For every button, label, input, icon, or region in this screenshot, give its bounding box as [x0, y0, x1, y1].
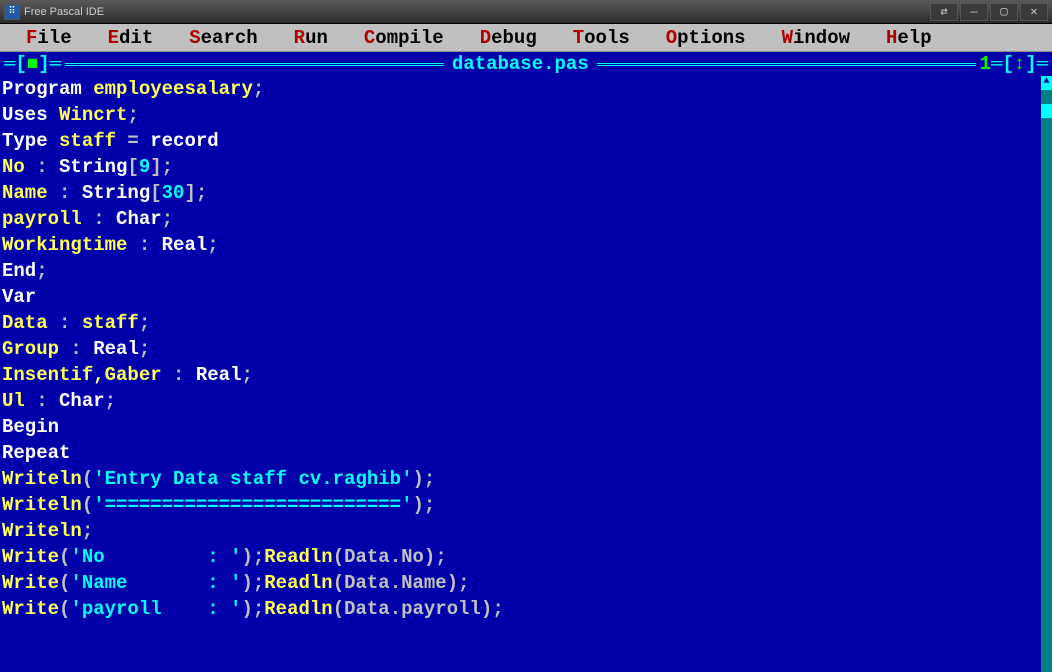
menu-options[interactable]: Options: [648, 27, 764, 49]
frame-left-marker[interactable]: ═[■]═: [4, 53, 61, 75]
editor-frame: ═[■]═ database.pas 1═[↕]═ Program employ…: [0, 52, 1052, 672]
menu-edit[interactable]: Edit: [90, 27, 172, 49]
menu-help[interactable]: Help: [868, 27, 950, 49]
menu-window[interactable]: Window: [764, 27, 868, 49]
menu-tools[interactable]: Tools: [555, 27, 648, 49]
file-title: database.pas: [448, 53, 593, 75]
app-icon: ⠿: [4, 4, 20, 20]
minimize-button[interactable]: —: [960, 3, 988, 21]
menu-debug[interactable]: Debug: [462, 27, 555, 49]
editor-body: Program employeesalary; Uses Wincrt; Typ…: [0, 76, 1052, 672]
frame-top: ═[■]═ database.pas 1═[↕]═: [0, 52, 1052, 76]
app-title: Free Pascal IDE: [24, 6, 104, 18]
menu-file[interactable]: File: [8, 27, 90, 49]
menubar: File Edit Search Run Compile Debug Tools…: [0, 24, 1052, 52]
ide-window: ⠿ Free Pascal IDE ⇄ — ▢ ✕ File Edit Sear…: [0, 0, 1052, 672]
menu-compile[interactable]: Compile: [346, 27, 462, 49]
maximize-button[interactable]: ▢: [990, 3, 1018, 21]
swap-button[interactable]: ⇄: [930, 3, 958, 21]
scroll-thumb[interactable]: [1041, 104, 1052, 118]
menu-search[interactable]: Search: [171, 27, 275, 49]
frame-right-marker[interactable]: 1═[↕]═: [980, 53, 1048, 75]
close-button[interactable]: ✕: [1020, 3, 1048, 21]
title-left: ⠿ Free Pascal IDE: [4, 4, 104, 20]
frame-line-right: [597, 63, 976, 66]
menu-run[interactable]: Run: [276, 27, 346, 49]
frame-line-left: [65, 63, 444, 66]
code-area[interactable]: Program employeesalary; Uses Wincrt; Typ…: [0, 76, 1040, 672]
scrollbar-vertical[interactable]: ▲: [1040, 76, 1052, 672]
titlebar: ⠿ Free Pascal IDE ⇄ — ▢ ✕: [0, 0, 1052, 24]
scroll-up-icon[interactable]: ▲: [1041, 76, 1052, 90]
window-controls: ⇄ — ▢ ✕: [930, 3, 1048, 21]
